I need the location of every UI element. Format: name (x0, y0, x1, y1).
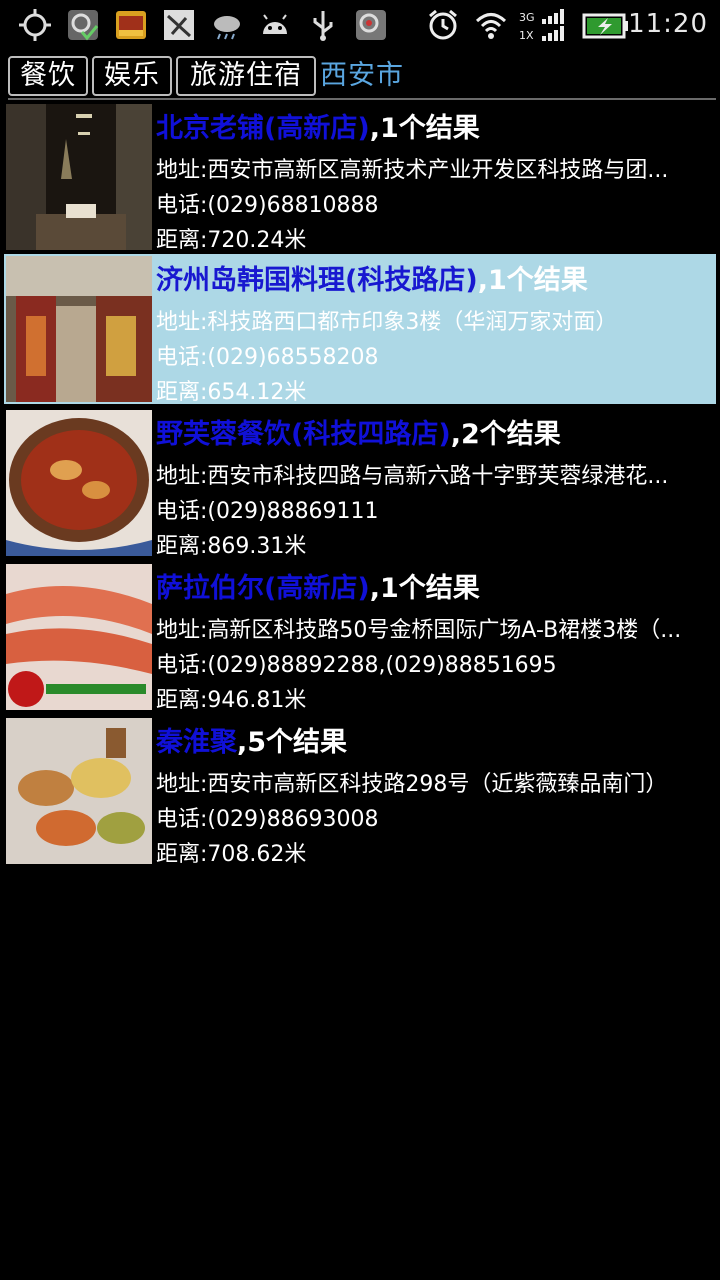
list-item-selected[interactable]: 济州岛韩国料理(科技路店),1个结果 地址:科技路西口都市印象3楼（华润万家对面… (4, 254, 716, 405)
city-label[interactable]: 西安市 (320, 56, 404, 96)
result-count: ,1个结果 (369, 573, 480, 604)
distance-text: 距离:869.31米 (156, 534, 307, 559)
distance-text: 距离:708.62米 (156, 842, 307, 867)
tab-food[interactable]: 餐饮 (8, 56, 88, 96)
usb-icon (313, 11, 333, 41)
restaurant-thumbnail (6, 718, 152, 864)
restaurant-thumbnail (6, 256, 152, 402)
svg-text:3G: 3G (519, 11, 535, 24)
distance-text: 距离:720.24米 (156, 228, 307, 253)
android-icon (263, 14, 287, 34)
battery-charging-icon (582, 13, 628, 39)
alarm-icon (429, 9, 457, 40)
restaurant-name[interactable]: 秦淮聚 (156, 727, 237, 758)
restaurant-name[interactable]: 北京老铺(高新店) (156, 113, 370, 144)
wifi-icon (475, 13, 507, 39)
address-text: 地址:高新区科技路50号金桥国际广场A-B裙楼3楼（... (156, 618, 682, 643)
tab-divider (8, 98, 716, 100)
phone-text[interactable]: 电话:(029)88693008 (156, 801, 714, 833)
restaurant-thumbnail (6, 564, 152, 710)
distance-text: 距离:654.12米 (156, 380, 307, 405)
list-item[interactable]: 北京老铺(高新店),1个结果 地址:西安市高新区高新技术产业开发区科技路与团..… (4, 102, 716, 253)
app-notify-icon (356, 10, 386, 40)
result-count: ,1个结果 (369, 113, 480, 144)
tab-travel-hotel[interactable]: 旅游住宿 (176, 56, 316, 96)
svg-text:1X: 1X (519, 29, 534, 42)
signal-3g-icon: 3G 1X (519, 9, 564, 42)
address-text: 地址:西安市高新区高新技术产业开发区科技路与团... (156, 158, 669, 183)
restaurant-title[interactable]: 济州岛韩国料理(科技路店),1个结果 (156, 258, 588, 297)
restaurant-title[interactable]: 野芙蓉餐饮(科技四路店),2个结果 (156, 412, 561, 451)
phone-text[interactable]: 电话:(029)68558208 (156, 339, 714, 371)
restaurant-name[interactable]: 野芙蓉餐饮(科技四路店) (156, 419, 451, 450)
weather-icon (214, 16, 240, 40)
usb-debug-icon (164, 10, 194, 40)
result-count: ,1个结果 (477, 265, 588, 296)
list-item[interactable]: 秦淮聚,5个结果 地址:西安市高新区科技路298号（近紫薇臻品南门） 电话:(0… (4, 716, 716, 867)
restaurant-title[interactable]: 萨拉伯尔(高新店),1个结果 (156, 566, 480, 605)
restaurant-title[interactable]: 北京老铺(高新店),1个结果 (156, 106, 480, 145)
phone-text[interactable]: 电话:(029)88892288,(029)88851695 (156, 647, 714, 679)
tab-entertainment[interactable]: 娱乐 (92, 56, 172, 96)
clock: 11:20 (628, 9, 708, 39)
address-text: 地址:西安市高新区科技路298号（近紫薇臻品南门） (156, 772, 668, 797)
restaurant-name[interactable]: 萨拉伯尔(高新店) (156, 573, 370, 604)
address-text: 地址:西安市科技四路与高新六路十字野芙蓉绿港花... (156, 464, 669, 489)
map-app-icon (68, 10, 99, 41)
result-count: ,5个结果 (237, 727, 348, 758)
restaurant-thumbnail (6, 410, 152, 556)
category-tab-bar: 餐饮 娱乐 旅游住宿 西安市 (0, 54, 720, 100)
status-bar: 3G 1X 11:20 (0, 0, 720, 50)
list-item[interactable]: 萨拉伯尔(高新店),1个结果 地址:高新区科技路50号金桥国际广场A-B裙楼3楼… (4, 562, 716, 713)
result-count: ,2个结果 (450, 419, 561, 450)
list-item[interactable]: 野芙蓉餐饮(科技四路店),2个结果 地址:西安市科技四路与高新六路十字野芙蓉绿港… (4, 408, 716, 559)
distance-text: 距离:946.81米 (156, 688, 307, 713)
gps-icon (19, 9, 51, 41)
restaurant-thumbnail (6, 104, 152, 250)
restaurant-name[interactable]: 济州岛韩国料理(科技路店) (156, 265, 478, 296)
restaurant-title[interactable]: 秦淮聚,5个结果 (156, 720, 347, 759)
phone-text[interactable]: 电话:(029)68810888 (156, 187, 714, 219)
taobao-icon (116, 11, 146, 39)
address-text: 地址:科技路西口都市印象3楼（华润万家对面） (156, 310, 618, 335)
phone-text[interactable]: 电话:(029)88869111 (156, 493, 714, 525)
